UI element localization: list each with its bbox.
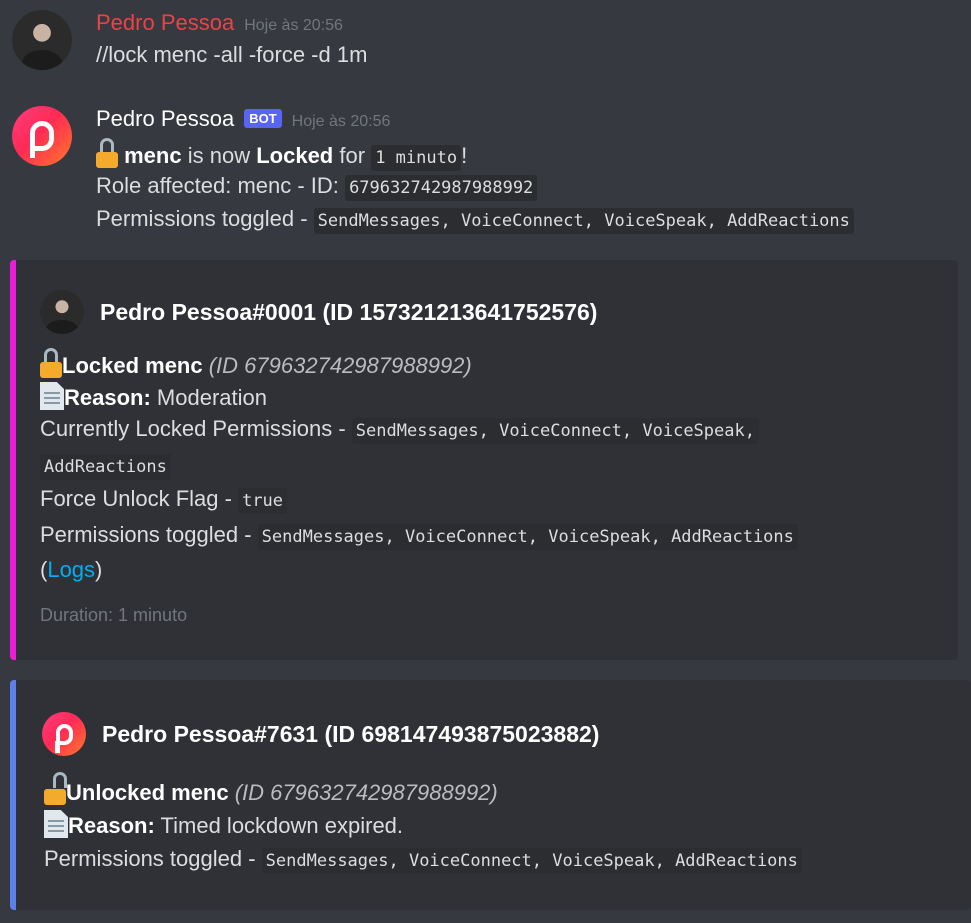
- embed-unlocked: Pedro Pessoa#7631 (ID 698147493875023882…: [10, 680, 971, 910]
- unlocked-title-line: Unlocked menc (ID 679632742987988992): [44, 772, 498, 806]
- bot-tag: BOT: [244, 109, 282, 128]
- logs-paren-close: ): [95, 557, 103, 582]
- page-facing-up-icon: [44, 810, 68, 838]
- page-facing-up-icon: [40, 382, 64, 410]
- unlocked-id: (ID 679632742987988992): [234, 780, 498, 805]
- reason-line: Reason: Moderation: [40, 382, 267, 411]
- text-is-now: is now: [187, 143, 251, 168]
- current-permissions-code-2: AddReactions: [40, 454, 171, 480]
- unlock-icon: [44, 772, 67, 805]
- force-flag-line: Force Unlock Flag - true: [40, 486, 288, 514]
- locked-title-line: Locked menc (ID 679632742987988992): [40, 348, 472, 379]
- timestamp: Hoje às 20:56: [244, 17, 343, 34]
- current-permissions-line: Currently Locked Permissions - SendMessa…: [40, 416, 759, 444]
- message-bot: Pedro Pessoa BOT Hoje às 20:56 menc is n…: [0, 100, 971, 240]
- lock-icon: [40, 348, 62, 378]
- toggled-permissions-label: Permissions toggled -: [40, 522, 252, 547]
- author-avatar[interactable]: [40, 290, 84, 334]
- toggled-permissions-code: SendMessages, VoiceConnect, VoiceSpeak, …: [257, 524, 798, 550]
- embed-color-bar: [10, 260, 16, 660]
- unlocked-title: Unlocked menc: [66, 780, 229, 805]
- reason-value: Moderation: [156, 385, 267, 410]
- text-locked: Locked: [256, 143, 334, 168]
- toggled-permissions-label: Permissions toggled -: [44, 846, 256, 871]
- embed-locked: Pedro Pessoa#0001 (ID 157321213641752576…: [10, 260, 958, 660]
- toggled-permissions-line: Permissions toggled - SendMessages, Voic…: [44, 846, 802, 874]
- reason-value: Timed lockdown expired.: [160, 813, 404, 838]
- lock-status-line: menc is now Locked for 1 minuto!: [96, 138, 468, 171]
- message-content: //lock menc -all -force -d 1m: [96, 42, 368, 67]
- current-permissions-line-2: AddReactions: [40, 452, 171, 480]
- locked-id: (ID 679632742987988992): [208, 353, 472, 378]
- locked-title: Locked menc: [62, 353, 203, 378]
- permissions-toggled-line: Permissions toggled - SendMessages, Voic…: [96, 206, 854, 234]
- reason-label: Reason:: [64, 385, 151, 410]
- role-affected-line: Role affected: menc - ID: 67963274298798…: [96, 173, 538, 201]
- lock-icon: [96, 138, 118, 168]
- permissions-label: Permissions toggled -: [96, 206, 308, 231]
- role-affected-label: Role affected: menc - ID:: [96, 173, 339, 198]
- author-avatar[interactable]: [42, 712, 86, 756]
- reason-line: Reason: Timed lockdown expired.: [44, 810, 403, 839]
- embed-color-bar: [10, 680, 16, 910]
- timestamp: Hoje às 20:56: [291, 113, 391, 130]
- text-exclaim: !: [461, 143, 468, 168]
- duration-code: 1 minuto: [371, 145, 462, 171]
- toggled-permissions-code: SendMessages, VoiceConnect, VoiceSpeak, …: [261, 848, 802, 874]
- user-avatar[interactable]: [12, 10, 72, 70]
- toggled-permissions-line: Permissions toggled - SendMessages, Voic…: [40, 522, 798, 550]
- text-for: for: [339, 143, 366, 168]
- author-name[interactable]: Pedro Pessoa#7631 (ID 698147493875023882…: [102, 721, 599, 748]
- force-flag-code: true: [238, 488, 288, 514]
- bot-username[interactable]: Pedro Pessoa: [96, 106, 234, 132]
- embed-author: Pedro Pessoa#7631 (ID 698147493875023882…: [42, 712, 599, 756]
- role-id-code: 679632742987988992: [345, 175, 538, 201]
- permissions-code: SendMessages, VoiceConnect, VoiceSpeak, …: [313, 208, 854, 234]
- embed-author: Pedro Pessoa#0001 (ID 157321213641752576…: [40, 290, 597, 334]
- username[interactable]: Pedro Pessoa: [96, 10, 234, 36]
- author-name[interactable]: Pedro Pessoa#0001 (ID 157321213641752576…: [100, 299, 597, 326]
- embed-footer: Duration: 1 minuto: [40, 605, 188, 625]
- reason-label: Reason:: [68, 813, 155, 838]
- force-flag-label: Force Unlock Flag -: [40, 486, 232, 511]
- current-permissions-label: Currently Locked Permissions -: [40, 416, 346, 441]
- current-permissions-code: SendMessages, VoiceConnect, VoiceSpeak,: [351, 418, 759, 444]
- role-name: menc: [124, 143, 182, 168]
- logs-line: (Logs): [40, 557, 102, 583]
- bot-avatar[interactable]: [12, 106, 72, 166]
- message-user: Pedro Pessoa Hoje às 20:56 //lock menc -…: [0, 0, 971, 80]
- logs-link[interactable]: Logs: [47, 557, 95, 582]
